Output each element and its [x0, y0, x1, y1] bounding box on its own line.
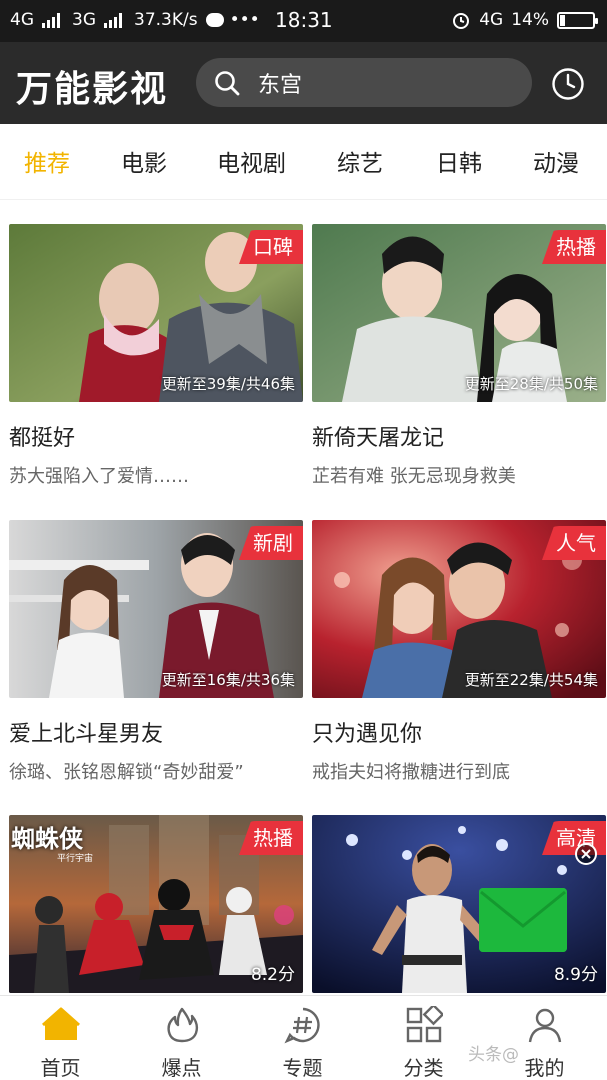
battery-percent: 14%	[511, 10, 549, 30]
alarm-icon	[453, 13, 470, 29]
video-description: 徐璐、张铭恩解锁“奇妙甜爱”	[9, 762, 244, 783]
nav-home[interactable]: 首页	[0, 996, 121, 1080]
nav-hot[interactable]: 爆点	[121, 996, 242, 1080]
video-thumbnail[interactable]: 新剧 更新至16集/共36集	[9, 520, 303, 698]
search-bar[interactable]	[196, 58, 532, 107]
search-icon	[215, 71, 240, 96]
nav-category-label: 分类	[403, 1056, 444, 1080]
poster-title: 蜘蛛侠	[11, 824, 83, 853]
network-type-1: 4G	[10, 10, 34, 30]
floating-message-button[interactable]	[479, 888, 567, 952]
message-icon	[205, 13, 224, 27]
search-input[interactable]	[258, 67, 508, 98]
episode-info: 更新至28集/共50集	[464, 375, 598, 393]
category-tabs: 推荐 电影 电视剧 综艺 日韩 动漫	[0, 124, 607, 200]
nav-topics[interactable]: 专题	[242, 996, 363, 1080]
tab-movie[interactable]: 电影	[121, 144, 167, 178]
clock: 18:31	[275, 8, 333, 32]
video-title[interactable]: 都挺好	[9, 420, 75, 452]
hashtag-icon	[284, 1007, 320, 1044]
video-thumbnail[interactable]: 热播 更新至28集/共50集	[312, 224, 606, 402]
more-dots: •••	[229, 10, 260, 30]
nav-home-label: 首页	[40, 1056, 81, 1080]
episode-info: 更新至22集/共54集	[464, 671, 598, 689]
network-type-3: 4G	[479, 10, 504, 30]
nav-category[interactable]: 分类	[363, 996, 484, 1080]
bottom-nav: 首页 爆点 专题 分类 我的	[0, 995, 607, 1080]
rating-score: 8.9分	[553, 965, 598, 985]
signal-icon-2	[104, 12, 122, 28]
nav-topics-label: 专题	[282, 1056, 323, 1080]
nav-profile[interactable]: 我的	[484, 996, 605, 1080]
video-title[interactable]: 爱上北斗星男友	[9, 716, 163, 748]
battery-icon	[557, 11, 598, 29]
app-header: 万能影视	[0, 42, 607, 124]
nav-hot-label: 爆点	[161, 1056, 202, 1080]
home-icon	[42, 1007, 80, 1040]
episode-info: 更新至16集/共36集	[161, 671, 295, 689]
history-icon[interactable]	[551, 67, 585, 101]
video-description: 芷若有难 张无忌现身救美	[312, 466, 516, 487]
video-thumbnail[interactable]: 口碑 更新至39集/共46集	[9, 224, 303, 402]
flame-icon	[167, 1007, 199, 1043]
video-thumbnail[interactable]: 蜘蛛侠 平行宇宙 热播 8.2分	[9, 815, 303, 993]
tab-recommend[interactable]: 推荐	[24, 144, 70, 178]
status-bar: 4G 3G 37.3K/s ••• 18:31 4G 14%	[0, 0, 607, 42]
signal-icon	[42, 12, 60, 28]
video-title[interactable]: 新倚天屠龙记	[312, 420, 444, 452]
tab-variety[interactable]: 综艺	[337, 144, 383, 178]
tab-japan-korea[interactable]: 日韩	[436, 144, 482, 178]
video-description: 苏大强陷入了爱情……	[9, 466, 189, 487]
rating-score: 8.2分	[250, 965, 295, 985]
user-icon	[528, 1008, 562, 1043]
video-title[interactable]: 只为遇见你	[312, 716, 422, 748]
episode-info: 更新至39集/共46集	[161, 375, 295, 393]
network-type-2: 3G	[72, 10, 96, 30]
app-logo: 万能影视	[16, 68, 169, 110]
tab-tv-series[interactable]: 电视剧	[217, 144, 286, 178]
poster-subtitle: 平行宇宙	[57, 854, 94, 864]
video-thumbnail[interactable]: 人气 更新至22集/共54集	[312, 520, 606, 698]
close-icon[interactable]	[575, 843, 597, 865]
video-description: 戒指夫妇将撒糖进行到底	[312, 762, 510, 783]
category-icon	[406, 1006, 443, 1043]
watermark: 头条@	[468, 1045, 519, 1065]
network-speed: 37.3K/s	[134, 10, 198, 30]
envelope-icon	[479, 888, 567, 952]
tab-anime[interactable]: 动漫	[533, 144, 579, 178]
